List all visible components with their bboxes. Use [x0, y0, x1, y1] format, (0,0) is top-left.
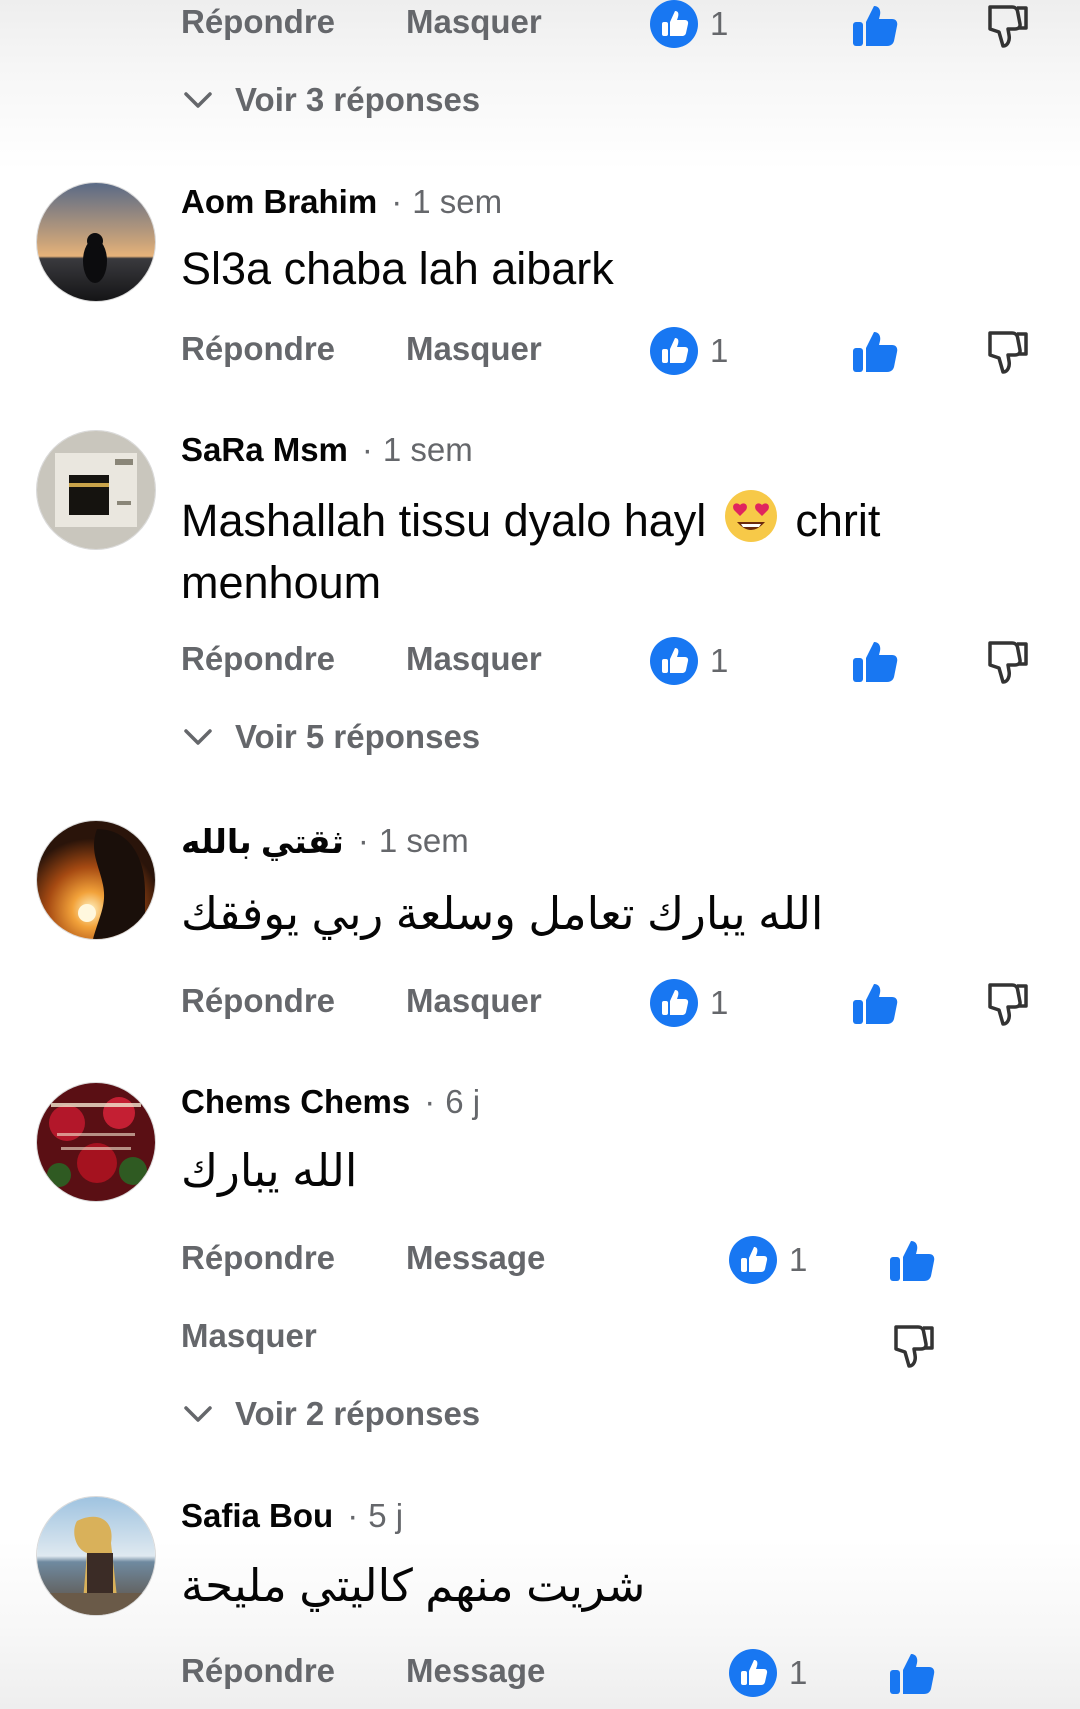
- reaction-summary[interactable]: 1: [650, 979, 728, 1027]
- hide-button[interactable]: Masquer: [181, 1314, 317, 1358]
- thumbs-up-icon[interactable]: [888, 1237, 936, 1285]
- comment-time: 1 sem: [391, 183, 502, 221]
- thumbs-up-icon[interactable]: [851, 328, 899, 376]
- comment-text: الله يبارك: [181, 1145, 358, 1196]
- sunset-silhouette-avatar[interactable]: [36, 182, 156, 302]
- comment-author[interactable]: Safia Bou: [181, 1497, 333, 1535]
- like-reaction-icon: [650, 327, 698, 375]
- like-reaction-icon: [650, 979, 698, 1027]
- thumbs-up-icon[interactable]: [888, 1650, 936, 1698]
- reaction-count: 1: [710, 5, 729, 42]
- comment-time: 5 j: [347, 1497, 403, 1535]
- seaside-woman-avatar[interactable]: [36, 1496, 156, 1616]
- roses-avatar[interactable]: [36, 1082, 156, 1202]
- thumbs-down-icon[interactable]: [982, 638, 1030, 686]
- reaction-count: 1: [710, 332, 729, 369]
- reaction-summary[interactable]: 1: [650, 0, 728, 48]
- hide-button[interactable]: Masquer: [406, 0, 542, 44]
- message-button[interactable]: Message: [406, 1649, 545, 1693]
- thumbs-down-icon[interactable]: [982, 980, 1030, 1028]
- veiled-woman-avatar[interactable]: [36, 820, 156, 940]
- comment-author[interactable]: Aom Brahim: [181, 183, 377, 221]
- thumbs-down-icon[interactable]: [888, 1322, 936, 1370]
- comment-author[interactable]: Chems Chems: [181, 1083, 410, 1121]
- reply-button[interactable]: Répondre: [181, 979, 335, 1023]
- like-reaction-icon: [729, 1236, 777, 1284]
- hide-button[interactable]: Masquer: [406, 327, 542, 371]
- thumbs-down-icon[interactable]: [982, 2, 1030, 50]
- reply-button[interactable]: Répondre: [181, 327, 335, 371]
- like-reaction-icon: [729, 1649, 777, 1697]
- kaaba-avatar[interactable]: [36, 430, 156, 550]
- reaction-summary[interactable]: 1: [729, 1236, 807, 1284]
- like-reaction-icon: [650, 0, 698, 48]
- view-replies-label: Voir 5 réponses: [235, 718, 481, 755]
- like-reaction-icon: [650, 637, 698, 685]
- thumbs-up-icon[interactable]: [851, 2, 899, 50]
- view-replies-link[interactable]: Voir 3 réponses: [181, 78, 480, 122]
- hide-button[interactable]: Masquer: [406, 979, 542, 1023]
- reaction-count: 1: [710, 642, 729, 679]
- comment-text-part: Mashallah tissu dyalo hayl: [181, 495, 707, 546]
- comment-text: الله يبارك تعامل وسلعة ربي يوفقك: [181, 888, 824, 939]
- chevron-down-icon: [184, 92, 212, 108]
- reaction-summary[interactable]: 1: [650, 327, 728, 375]
- reply-button[interactable]: Répondre: [181, 0, 335, 44]
- comment-text: Sl3a chaba lah aibark: [181, 243, 614, 294]
- heart-eyes-emoji: [724, 490, 777, 542]
- thumbs-up-icon[interactable]: [851, 980, 899, 1028]
- reply-button[interactable]: Répondre: [181, 1236, 335, 1280]
- reaction-summary[interactable]: 1: [729, 1649, 807, 1697]
- view-replies-label: Voir 3 réponses: [235, 81, 481, 118]
- reaction-count: 1: [789, 1241, 808, 1278]
- thumbs-down-icon[interactable]: [982, 328, 1030, 376]
- comment-time: 1 sem: [358, 822, 469, 860]
- reaction-count: 1: [789, 1654, 808, 1691]
- view-replies-link[interactable]: Voir 5 réponses: [181, 715, 480, 759]
- chevron-down-icon: [184, 729, 212, 745]
- reply-button[interactable]: Répondre: [181, 637, 335, 681]
- view-replies-link[interactable]: Voir 2 réponses: [181, 1392, 480, 1436]
- comment-author[interactable]: SaRa Msm: [181, 431, 348, 469]
- thumbs-up-icon[interactable]: [851, 638, 899, 686]
- comment-time: 6 j: [424, 1083, 480, 1121]
- reaction-summary[interactable]: 1: [650, 637, 728, 685]
- comment-time: 1 sem: [362, 431, 473, 469]
- reply-button[interactable]: Répondre: [181, 1649, 335, 1693]
- chevron-down-icon: [184, 1406, 212, 1422]
- hide-button[interactable]: Masquer: [406, 637, 542, 681]
- comment-text: شريت منهم كاليتي مليحة: [181, 1560, 646, 1611]
- comment-text-part: menhoum: [181, 557, 382, 608]
- message-button[interactable]: Message: [406, 1236, 545, 1280]
- reaction-count: 1: [710, 984, 729, 1021]
- comment-text: Mashallah tissu dyalo hayl chrit menhoum: [181, 488, 1061, 614]
- comment-text-part: chrit: [795, 495, 881, 546]
- comment-author[interactable]: ثقتي بالله: [181, 822, 344, 861]
- view-replies-label: Voir 2 réponses: [235, 1395, 481, 1432]
